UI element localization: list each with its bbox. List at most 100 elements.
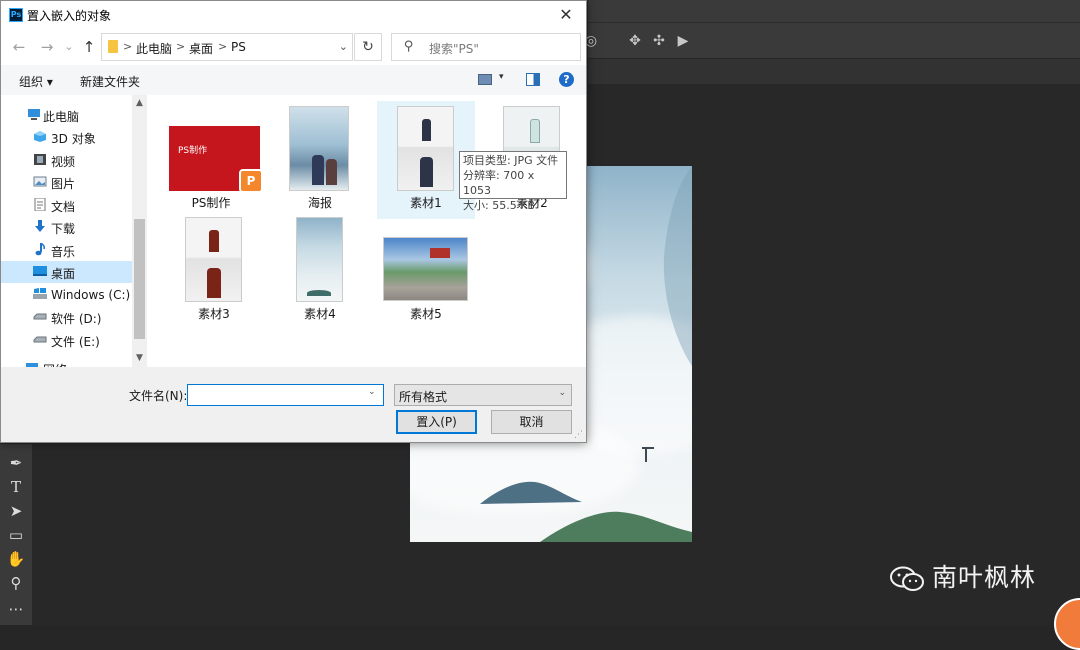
resize-grip-icon[interactable]: ⋰ [574,430,583,440]
crumb-separator: > [218,40,228,53]
photoshop-menu-bar [588,0,1080,22]
image-thumbnail [296,217,343,302]
image-thumbnail [383,237,468,301]
breadcrumb-ps[interactable]: PS [231,40,246,54]
dialog-bottom-panel: 文件名(N): ⌄ 所有格式 ⌄ 置入(P) 取消 ⋰ [1,367,586,442]
back-icon[interactable]: ← [9,37,29,57]
pptx-thumbnail: PS制作 P [169,126,263,193]
file-name: 海报 [307,196,332,210]
3d-rotate-icon[interactable]: ✥ [626,32,644,50]
sidebar-item-label: 视频 [51,155,76,169]
navigation-scrollbar[interactable]: ▲ ▼ [132,95,147,367]
scroll-up-icon[interactable]: ▲ [132,98,147,108]
file-name: 素材5 [410,307,442,321]
tooltip-resolution: 分辨率: 700 x 1053 [463,169,535,197]
tooltip-size: 大小: 55.5 KB [463,199,535,212]
file-item-sucai5[interactable]: 素材5 [377,212,475,330]
tooltip-file-type: 项目类型: JPG 文件 [463,154,559,167]
sidebar-item-label: 图片 [51,177,76,191]
dialog-titlebar[interactable]: Ps 置入嵌入的对象 ✕ [1,1,586,29]
sidebar-item-documents[interactable]: 文档 [1,194,132,216]
sidebar-item-pictures[interactable]: 图片 [1,171,132,193]
sidebar-item-desktop[interactable]: 桌面 [1,261,132,283]
sidebar-item-label: 此电脑 [43,110,80,124]
hand-tool-icon[interactable]: ✋ [6,549,26,569]
sidebar-item-drive-e[interactable]: 文件 (E:) [1,329,132,351]
search-input[interactable]: ⚲ 搜索"PS" [391,33,581,61]
command-bar: 组织 ▾ 新建文件夹 ▾ ? [1,65,586,95]
file-name: PS制作 [191,196,231,210]
sidebar-item-drive-c[interactable]: Windows (C:) [1,284,132,306]
breadcrumb-this-pc[interactable]: 此电脑 [136,40,172,57]
place-button[interactable]: 置入(P) [396,410,477,434]
desktop-icon [33,266,47,276]
path-selection-tool-icon[interactable]: ➤ [6,501,26,521]
file-name: 素材4 [304,307,336,321]
crumb-separator: > [123,40,133,53]
sidebar-item-downloads[interactable]: 下载 [1,216,132,238]
file-item-sucai4[interactable]: 素材4 [271,212,369,330]
more-tools-icon[interactable]: ⋯ [6,599,26,619]
image-thumbnail [289,106,349,191]
change-view-icon[interactable] [478,74,492,85]
file-item-haibao[interactable]: 海报 [271,101,369,219]
photoshop-document-tabs [588,58,1080,85]
preview-pane-icon[interactable] [526,73,540,86]
chevron-down-icon[interactable]: ⌄ [339,40,348,53]
3d-pan-icon[interactable]: ✣ [650,32,668,50]
close-button[interactable]: ✕ [546,1,586,29]
help-icon[interactable]: ? [559,72,574,87]
scrollbar-thumb[interactable] [134,219,145,339]
photoshop-options-bar: ◎ ✥ ✣ ▶ [585,22,1080,59]
navigation-bar: ← → ⌄ ↑ > 此电脑 > 桌面 > PS ⌄ ↻ ⚲ 搜索"PS" [1,31,586,63]
sidebar-item-videos[interactable]: 视频 [1,149,132,171]
photoshop-logo-icon: Ps [9,8,23,22]
format-selected-value: 所有格式 [399,390,448,404]
recent-locations-icon[interactable]: ⌄ [59,37,79,57]
3d-camera-icon[interactable]: ▶ [674,32,692,50]
file-format-select[interactable]: 所有格式 ⌄ [394,384,572,406]
cancel-button[interactable]: 取消 [491,410,572,434]
sidebar-item-network[interactable]: 网络 [1,357,132,367]
forward-icon[interactable]: → [37,37,57,57]
sidebar-item-drive-d[interactable]: 软件 (D:) [1,306,132,328]
file-item-sucai3[interactable]: 素材3 [165,212,263,330]
new-folder-button[interactable]: 新建文件夹 [80,73,140,90]
file-item-ps-zhizuo[interactable]: PS制作 P PS制作 [162,101,263,219]
3d-objects-icon [34,131,46,142]
file-info-tooltip: 项目类型: JPG 文件 分辨率: 700 x 1053 大小: 55.5 KB [459,151,567,212]
type-tool-icon[interactable]: T [6,477,26,497]
address-bar[interactable]: > 此电脑 > 桌面 > PS ⌄ [101,33,353,61]
sidebar-item-3d-objects[interactable]: 3D 对象 [1,126,132,148]
breadcrumb-desktop[interactable]: 桌面 [189,40,213,57]
place-embedded-dialog: Ps 置入嵌入的对象 ✕ ← → ⌄ ↑ > 此电脑 > 桌面 > PS ⌄ ↻… [0,0,587,443]
dialog-title: 置入嵌入的对象 [27,9,112,23]
music-icon [35,243,45,256]
file-name: 素材3 [198,307,230,321]
filename-label: 文件名(N): [129,389,188,403]
pictures-icon [33,176,47,187]
refresh-button[interactable]: ↻ [354,33,382,61]
filename-input[interactable] [187,384,384,406]
pen-tool-icon[interactable]: ✒ [6,453,26,473]
sidebar-item-music[interactable]: 音乐 [1,239,132,261]
chevron-down-icon: ⌄ [558,388,566,398]
scroll-down-icon[interactable]: ▼ [132,353,147,363]
up-icon[interactable]: ↑ [79,37,99,57]
sidebar-item-label: 桌面 [51,267,76,281]
wechat-icon [890,566,924,591]
downloads-icon [35,220,45,232]
chevron-down-icon[interactable]: ⌄ [368,387,376,397]
sidebar-item-label: 文件 (E:) [51,335,100,349]
thumbnail-title: PS制作 [178,146,208,156]
organize-menu-button[interactable]: 组织 ▾ [19,73,53,90]
rectangle-tool-icon[interactable]: ▭ [6,525,26,545]
sidebar-item-label: 下载 [51,222,76,236]
sidebar-item-label: 3D 对象 [51,132,96,146]
view-options-caret-icon[interactable]: ▾ [499,72,504,82]
watermark-text: 南叶枫林 [932,563,1037,592]
sidebar-item-this-pc[interactable]: 此电脑 [1,104,132,126]
zoom-tool-icon[interactable]: ⚲ [6,573,26,593]
watermark: 南叶枫林 [890,558,1036,594]
navigation-pane: 此电脑 3D 对象 视频 图片 文档 下载 音乐 桌面 Windows (C:)… [1,95,147,367]
